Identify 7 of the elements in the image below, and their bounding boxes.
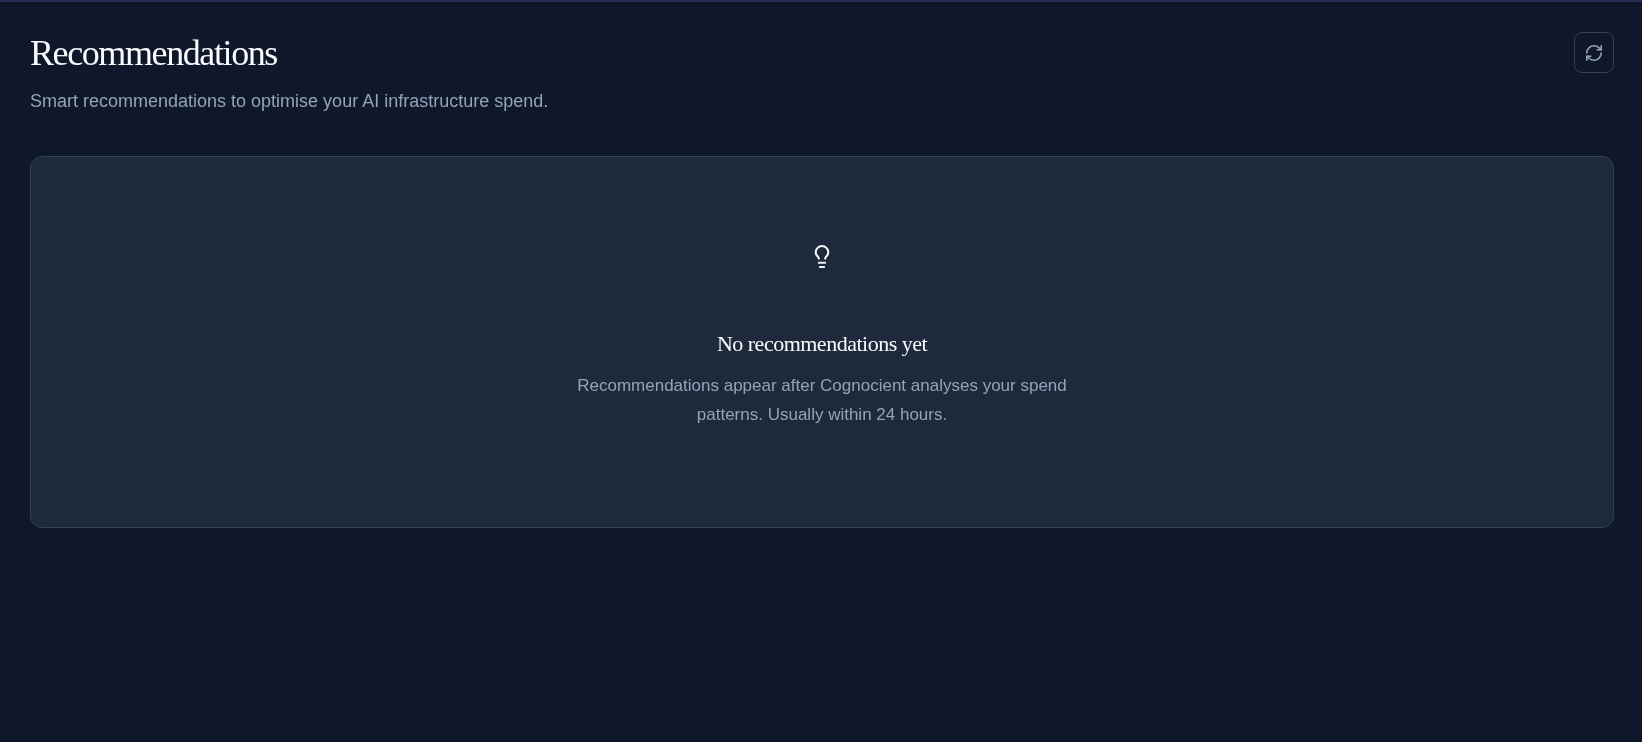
- page-title: Recommendations: [30, 32, 278, 75]
- lightbulb-icon: [814, 245, 830, 269]
- empty-state-description: Recommendations appear after Cognocient analyses your spend patterns. Usually within 24 hours.: [576, 375, 1068, 427]
- refresh-button[interactable]: [1574, 32, 1614, 73]
- empty-state-title: No recommendations yet: [716, 331, 928, 358]
- page-subtitle: Smart recommendations to optimise your AI infrastructure spend.: [30, 90, 549, 114]
- refresh-icon: [1586, 44, 1602, 61]
